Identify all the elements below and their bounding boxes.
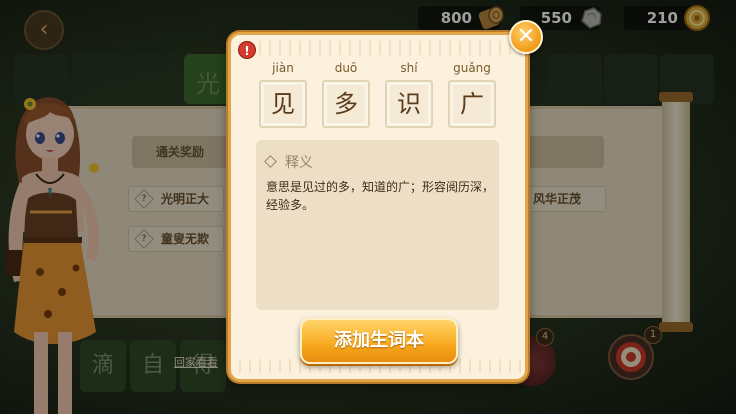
character-box: 识 [385,80,433,128]
modal-pattern [231,41,525,55]
definition-text: 意思是见过的多，知道的广；形容阅历深，经验多。 [266,180,495,212]
close-button[interactable]: ✕ [509,20,543,54]
char-column: jiàn 见 [257,58,309,128]
definition-title: 释义 [285,155,313,171]
diamond-icon [264,155,277,168]
definition-panel: 释义 意思是见过的多，知道的广；形容阅历深，经验多。 [256,140,499,310]
add-to-vocabulary-button[interactable]: 添加生词本 [300,318,458,364]
pinyin-label: shí [400,61,418,75]
char-column: duō 多 [320,58,372,128]
pinyin-label: guǎng [453,61,491,75]
add-button-label: 添加生词本 [334,330,424,351]
character-box: 广 [448,80,496,128]
close-icon: ✕ [516,24,536,49]
pinyin-label: duō [334,61,358,75]
report-warning-icon[interactable]: ! [238,41,256,59]
definition-header: 释义 [264,152,313,172]
pinyin-label: jiàn [272,61,294,75]
char-column: guǎng 广 [446,58,498,128]
character-box: 见 [259,80,307,128]
char-column: shí 识 [383,58,435,128]
game-stage: 光 ‹ 800 550 210 通关奖励 ? 光明正大 ? 童叟无欺 风华正茂 … [0,0,736,414]
character-box: 多 [322,80,370,128]
